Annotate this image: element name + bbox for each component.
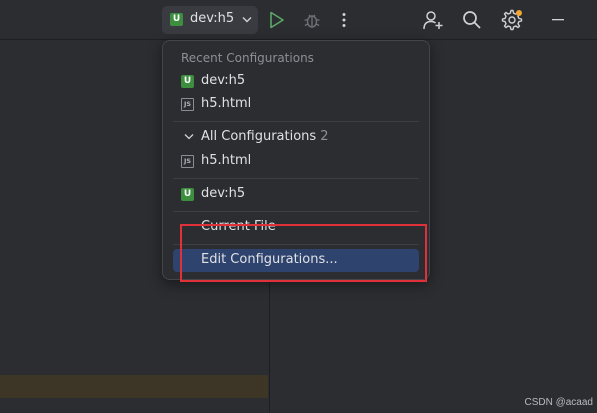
item-label: h5.html [201, 153, 252, 168]
chevron-down-icon [184, 134, 194, 140]
separator [173, 211, 419, 212]
pinned-config-item[interactable]: U dev:h5 [173, 183, 419, 206]
item-label: dev:h5 [201, 186, 246, 201]
recent-config-item[interactable]: JS h5.html [173, 93, 419, 116]
npm-config-icon: U [170, 13, 183, 26]
all-configurations-count: 2 [320, 129, 329, 144]
run-configuration-selector[interactable]: U dev:h5 [162, 6, 258, 34]
minimize-icon[interactable] [552, 19, 564, 21]
notification-dot [516, 10, 522, 16]
all-configurations-label: All Configurations 2 [201, 129, 329, 144]
js-file-icon: JS [181, 98, 194, 111]
add-user-icon[interactable] [422, 10, 444, 30]
npm-config-icon: U [181, 188, 194, 201]
js-file-icon: JS [181, 155, 194, 168]
item-label: dev:h5 [201, 73, 246, 88]
recent-config-item[interactable]: U dev:h5 [173, 70, 419, 93]
settings-icon[interactable] [500, 8, 524, 32]
all-configurations-group[interactable]: All Configurations 2 [173, 126, 419, 149]
annotation-highlight-box [180, 224, 427, 282]
chevron-down-icon [242, 17, 252, 23]
all-config-item[interactable]: JS h5.html [173, 150, 419, 173]
run-icon[interactable] [269, 11, 285, 29]
npm-config-icon: U [181, 75, 194, 88]
more-icon[interactable] [340, 12, 348, 28]
watermark: CSDN @acaad [524, 397, 593, 408]
separator [173, 121, 419, 122]
main-toolbar: U dev:h5 [0, 0, 597, 40]
separator [173, 178, 419, 179]
debug-icon[interactable] [303, 11, 321, 29]
item-label: h5.html [201, 96, 252, 111]
search-icon[interactable] [462, 10, 482, 30]
recent-configurations-header: Recent Configurations [181, 51, 314, 65]
run-config-label: dev:h5 [190, 11, 235, 26]
highlighted-line [0, 375, 268, 398]
